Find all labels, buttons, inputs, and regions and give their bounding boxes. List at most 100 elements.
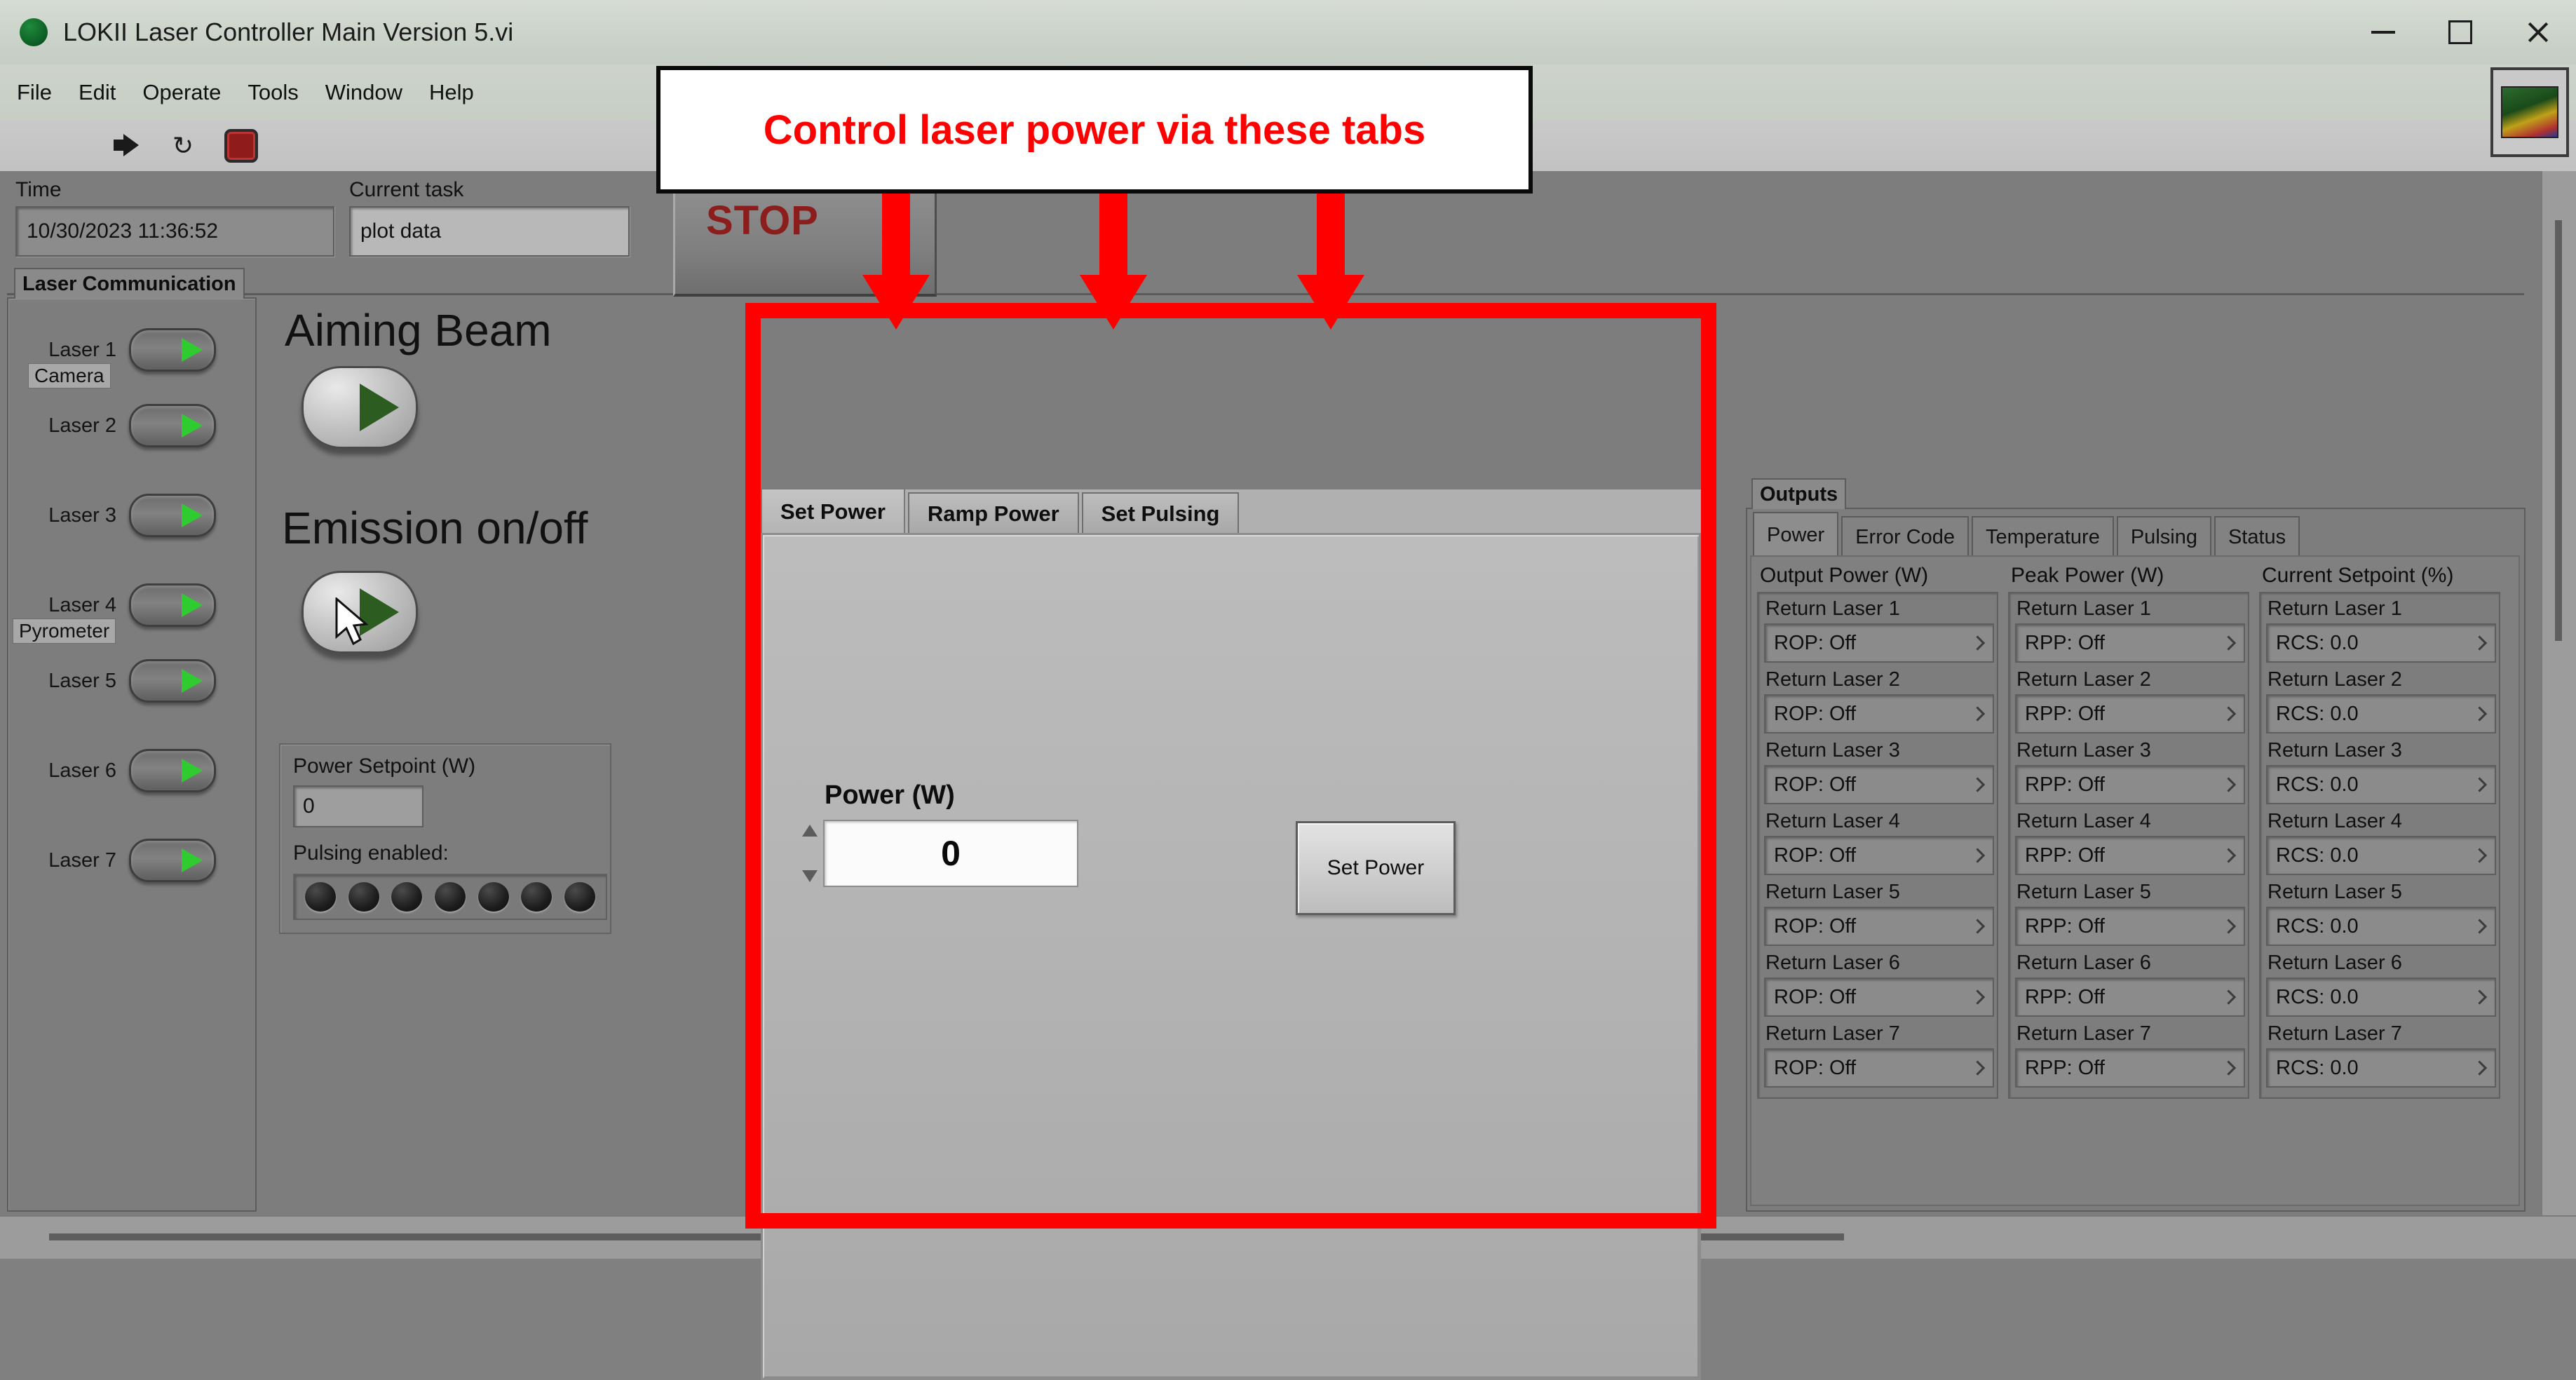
list-item[interactable]: RPP: Off xyxy=(2015,765,2245,804)
list-item: Return Laser 5 xyxy=(2016,881,2151,903)
pulsing-led-1 xyxy=(304,882,336,912)
list-item[interactable]: ROP: Off xyxy=(1764,765,1994,804)
list-item[interactable]: RCS: 0.0 xyxy=(2266,907,2496,946)
power-input[interactable]: 0 xyxy=(823,820,1078,887)
power-spinner[interactable] xyxy=(802,822,819,885)
laser-1-toggle[interactable] xyxy=(129,328,216,372)
list-item[interactable]: ROP: Off xyxy=(1764,1048,1994,1088)
list-item[interactable]: ROP: Off xyxy=(1764,907,1994,946)
time-label: Time xyxy=(15,178,62,201)
laser-3-label: Laser 3 xyxy=(48,503,116,527)
tab-error-code[interactable]: Error Code xyxy=(1841,516,1970,557)
set-power-button[interactable]: Set Power xyxy=(1296,821,1456,915)
laser-2-label: Laser 2 xyxy=(48,414,116,437)
beam-controls: Aiming Beam Emission on/off Power Setpoi… xyxy=(266,297,736,1209)
list-item[interactable]: RCS: 0.0 xyxy=(2266,836,2496,875)
list-item[interactable]: RPP: Off xyxy=(2015,623,2245,663)
laser-row-2: Laser 2 xyxy=(11,404,216,447)
window-controls xyxy=(2345,0,2576,65)
chevron-down-icon xyxy=(2221,1060,2237,1076)
list-item: Return Laser 4 xyxy=(2016,810,2151,832)
run-continuously-icon[interactable]: ↻ xyxy=(168,131,198,161)
menu-item-tools[interactable]: Tools xyxy=(248,80,298,105)
list-item[interactable]: ROP: Off xyxy=(1764,836,1994,875)
pyrometer-sublabel: Pyrometer xyxy=(13,618,116,644)
vertical-scrollbar-thumb[interactable] xyxy=(2555,220,2562,641)
list-item[interactable]: ROP: Off xyxy=(1764,977,1994,1017)
laser-6-toggle[interactable] xyxy=(129,749,216,792)
aiming-beam-toggle[interactable] xyxy=(301,366,418,449)
annotation-text: Control laser power via these tabs xyxy=(763,107,1426,153)
emission-title: Emission on/off xyxy=(282,503,588,553)
tab-status[interactable]: Status xyxy=(2214,516,2300,557)
laser-6-label: Laser 6 xyxy=(48,759,116,782)
pulsing-led-5 xyxy=(477,882,509,912)
tab-ramp-power[interactable]: Ramp Power xyxy=(907,492,1079,534)
output-power-list: Return Laser 1 ROP: Off Return Laser 2 R… xyxy=(1757,592,1998,1099)
laser-4-toggle[interactable] xyxy=(129,583,216,627)
outputs-tab-strip: Power Error Code Temperature Pulsing Sta… xyxy=(1753,512,2303,557)
annotation-callout: Control laser power via these tabs xyxy=(656,66,1533,194)
list-item[interactable]: RPP: Off xyxy=(2015,977,2245,1017)
current-task-group: Current task plot data xyxy=(349,178,630,257)
abort-execution-icon[interactable] xyxy=(224,129,258,163)
stop-button-label: STOP xyxy=(706,198,819,243)
pulsing-enabled-label: Pulsing enabled: xyxy=(293,841,449,865)
list-item: Return Laser 6 xyxy=(2267,952,2402,974)
laser-7-toggle[interactable] xyxy=(129,839,216,882)
list-item: Return Laser 2 xyxy=(2267,668,2402,691)
close-button[interactable] xyxy=(2499,0,2576,65)
laser-2-toggle[interactable] xyxy=(129,404,216,447)
laser-5-toggle[interactable] xyxy=(129,659,216,703)
list-item[interactable]: RCS: 0.0 xyxy=(2266,623,2496,663)
tab-power[interactable]: Power xyxy=(1753,512,1839,557)
current-setpoint-list: Return Laser 1 RCS: 0.0 Return Laser 2 R… xyxy=(2259,592,2500,1099)
chevron-down-icon xyxy=(2221,706,2237,722)
list-item: Return Laser 3 xyxy=(2016,739,2151,762)
vertical-scrollbar[interactable] xyxy=(2541,171,2576,1216)
menu-item-file[interactable]: File xyxy=(17,80,52,105)
list-item[interactable]: RCS: 0.0 xyxy=(2266,977,2496,1017)
list-item[interactable]: RPP: Off xyxy=(2015,1048,2245,1088)
laser-communication-title: Laser Communication xyxy=(14,268,245,299)
list-item[interactable]: ROP: Off xyxy=(1764,694,1994,733)
camera-sublabel: Camera xyxy=(28,363,111,388)
tab-set-power[interactable]: Set Power xyxy=(761,488,905,534)
chevron-down-icon xyxy=(2472,1060,2488,1076)
maximize-button[interactable] xyxy=(2422,0,2499,65)
chevron-down-icon xyxy=(2221,989,2237,1005)
chevron-down-icon xyxy=(2221,919,2237,934)
chevron-down-icon xyxy=(1970,777,1986,792)
labview-vi-icon xyxy=(20,18,48,46)
menu-item-help[interactable]: Help xyxy=(429,80,474,105)
list-item[interactable]: RPP: Off xyxy=(2015,907,2245,946)
laser-row-3: Laser 3 xyxy=(11,494,216,537)
pulsing-led-7 xyxy=(564,882,596,912)
list-item[interactable]: ROP: Off xyxy=(1764,623,1994,663)
tab-pulsing[interactable]: Pulsing xyxy=(2116,516,2211,557)
power-numeric-control: 0 xyxy=(802,820,1078,887)
list-item[interactable]: RPP: Off xyxy=(2015,694,2245,733)
menu-item-window[interactable]: Window xyxy=(325,80,402,105)
maximize-icon xyxy=(2448,20,2472,44)
run-arrow-icon[interactable] xyxy=(112,131,142,161)
list-item[interactable]: RCS: 0.0 xyxy=(2266,694,2496,733)
tab-set-pulsing[interactable]: Set Pulsing xyxy=(1081,492,1240,534)
peak-power-list: Return Laser 1 RPP: Off Return Laser 2 R… xyxy=(2008,592,2249,1099)
list-item: Return Laser 5 xyxy=(2267,881,2402,903)
laser-3-toggle[interactable] xyxy=(129,494,216,537)
laser-4-label: Laser 4 xyxy=(48,593,116,616)
menu-item-edit[interactable]: Edit xyxy=(79,80,116,105)
pulsing-led-2 xyxy=(348,882,379,912)
chevron-down-icon xyxy=(1970,635,1986,651)
menu-item-operate[interactable]: Operate xyxy=(142,80,221,105)
minimize-button[interactable] xyxy=(2345,0,2422,65)
decrement-icon[interactable] xyxy=(802,870,818,882)
list-item[interactable]: RPP: Off xyxy=(2015,836,2245,875)
labview-connector-pane-icon[interactable] xyxy=(2490,67,2569,157)
tab-temperature[interactable]: Temperature xyxy=(1972,516,2114,557)
chevron-down-icon xyxy=(2472,635,2488,651)
list-item[interactable]: RCS: 0.0 xyxy=(2266,1048,2496,1088)
increment-icon[interactable] xyxy=(802,825,818,837)
list-item[interactable]: RCS: 0.0 xyxy=(2266,765,2496,804)
